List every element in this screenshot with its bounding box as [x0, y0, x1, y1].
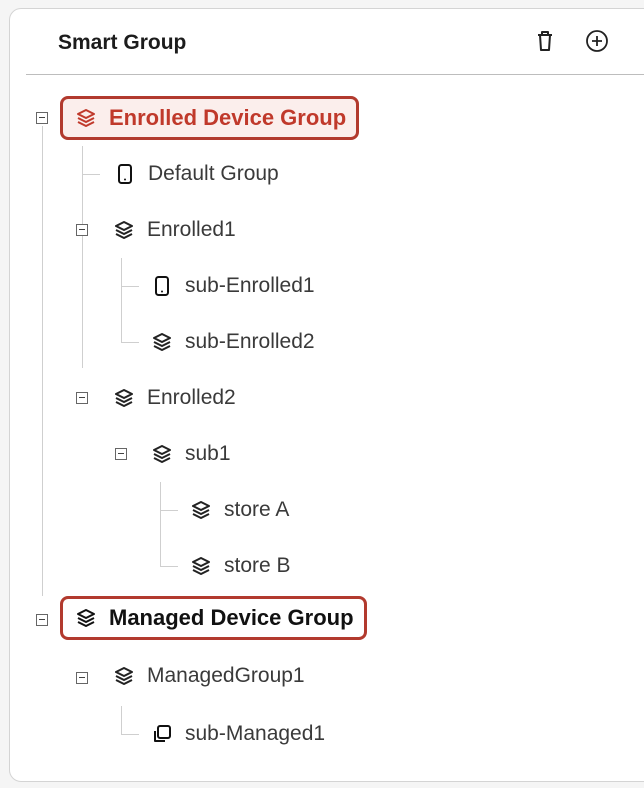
node-label: store A — [224, 498, 290, 521]
tree-node-store-a[interactable]: store A — [190, 496, 289, 524]
tree-node-managed-device-group[interactable]: Managed Device Group — [60, 596, 367, 640]
layers-icon — [190, 499, 212, 521]
header-divider — [26, 74, 644, 75]
node-label: Enrolled Device Group — [109, 105, 347, 130]
tree-line — [160, 510, 178, 511]
node-label: Default Group — [148, 162, 279, 185]
layers-icon — [113, 387, 135, 409]
node-label: sub1 — [185, 442, 231, 465]
tree-line — [121, 258, 122, 342]
node-label: store B — [224, 554, 291, 577]
collapse-toggle[interactable] — [76, 392, 88, 404]
tree-node-sub-enrolled1[interactable]: sub-Enrolled1 — [151, 272, 315, 300]
tree-line — [82, 174, 100, 175]
layers-icon — [113, 219, 135, 241]
collapse-toggle[interactable] — [76, 224, 88, 236]
node-label: sub-Managed1 — [185, 722, 326, 745]
layers-icon — [75, 607, 97, 629]
node-label: Enrolled2 — [147, 386, 236, 409]
tree-line — [160, 566, 178, 567]
tree-node-sub-managed1[interactable]: sub-Managed1 — [151, 720, 325, 748]
tree-node-enrolled2[interactable]: Enrolled2 — [113, 384, 236, 412]
node-label: sub-Enrolled1 — [185, 274, 315, 297]
node-label: Managed Device Group — [109, 605, 354, 630]
node-label: sub-Enrolled2 — [185, 330, 315, 353]
tree-node-default-group[interactable]: Default Group — [114, 160, 279, 188]
tree-node-store-b[interactable]: store B — [190, 552, 291, 580]
tree-node-sub-enrolled2[interactable]: sub-Enrolled2 — [151, 328, 315, 356]
layers-icon — [151, 443, 173, 465]
tree-line — [121, 342, 139, 343]
tree-line — [121, 286, 139, 287]
tree-line — [160, 482, 161, 566]
tree-node-enrolled1[interactable]: Enrolled1 — [113, 216, 236, 244]
plus-circle-icon[interactable] — [583, 27, 611, 55]
tree-node-sub1[interactable]: sub1 — [151, 440, 231, 468]
collapse-toggle[interactable] — [36, 112, 48, 124]
trash-icon[interactable] — [531, 27, 559, 55]
phone-icon — [114, 163, 136, 185]
panel-title: Smart Group — [58, 31, 187, 54]
tree-node-managedgroup1[interactable]: ManagedGroup1 — [113, 662, 305, 690]
tree-line — [121, 734, 139, 735]
node-label: Enrolled1 — [147, 218, 236, 241]
copy-icon — [151, 723, 173, 745]
layers-icon — [113, 665, 135, 687]
tree-line — [121, 706, 122, 734]
layers-icon — [151, 331, 173, 353]
panel-header: Smart Group — [10, 9, 644, 73]
collapse-toggle[interactable] — [76, 672, 88, 684]
tree-line — [42, 126, 43, 596]
node-label: ManagedGroup1 — [147, 664, 305, 687]
collapse-toggle[interactable] — [36, 614, 48, 626]
layers-icon — [190, 555, 212, 577]
tree-node-enrolled-device-group[interactable]: Enrolled Device Group — [60, 96, 360, 140]
collapse-toggle[interactable] — [115, 448, 127, 460]
tree-line — [82, 146, 83, 368]
layers-icon — [75, 107, 97, 129]
phone-icon — [151, 275, 173, 297]
